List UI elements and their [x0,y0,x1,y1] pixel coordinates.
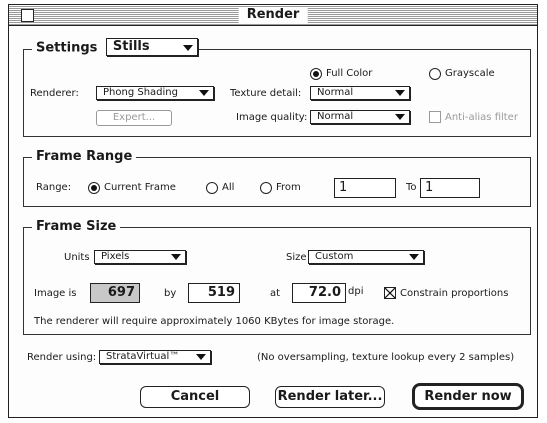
checkmark-x-icon [385,288,395,298]
current-frame-radio[interactable] [88,182,100,194]
constrain-proportions-label: Constrain proportions [400,288,509,299]
grayscale-label: Grayscale [445,68,495,79]
chevron-down-icon [199,90,209,96]
from-frame-input[interactable]: 1 [334,178,396,198]
cancel-button-label: Cancel [170,389,220,404]
from-label: From [276,182,301,193]
all-radio[interactable] [206,182,218,194]
render-dialog: Render Settings Stills Full Color Graysc… [8,4,538,418]
texture-detail-popup[interactable]: Normal [310,86,410,100]
grayscale-radio[interactable] [429,68,441,80]
render-using-value: StrataVirtual™ [106,351,180,362]
settings-group: Settings Stills Full Color Grayscale Ren… [23,38,531,137]
frame-range-group: Frame Range Range: Current Frame All Fro… [23,148,531,207]
frame-range-legend: Frame Range [32,148,137,166]
units-popup[interactable]: Pixels [94,250,186,264]
renderer-value: Phong Shading [103,87,178,98]
size-value: Custom [315,251,354,262]
expert-button[interactable]: Expert... [96,110,172,126]
anti-alias-checkbox[interactable] [429,111,441,123]
width-input[interactable]: 697 [90,283,140,303]
image-quality-popup[interactable]: Normal [310,110,410,124]
settings-title: Settings [36,40,98,56]
settings-legend: Settings Stills [32,38,198,58]
close-box[interactable] [21,9,34,22]
render-later-button[interactable]: Render later... [275,386,385,408]
mode-popup-value: Stills [112,39,150,54]
title-bar[interactable]: Render [9,5,537,26]
chevron-down-icon [171,254,181,260]
units-label: Units [64,252,90,263]
texture-detail-value: Normal [317,87,354,98]
units-value: Pixels [101,251,130,262]
chevron-down-icon [395,114,405,120]
render-using-label: Render using: [27,352,97,363]
full-color-radio[interactable] [310,68,322,80]
from-radio[interactable] [260,182,272,194]
expert-button-label: Expert... [112,112,156,123]
mode-popup[interactable]: Stills [105,38,198,56]
to-label: To [406,182,417,193]
chevron-down-icon [395,90,405,96]
cancel-button[interactable]: Cancel [140,386,250,408]
anti-alias-label: Anti-alias filter [445,112,518,123]
render-now-button[interactable]: Render now [412,383,524,410]
constrain-proportions-checkbox[interactable] [384,287,396,299]
to-frame-input[interactable]: 1 [420,178,480,198]
range-label: Range: [36,182,72,193]
at-label: at [270,288,281,299]
chevron-down-icon [182,45,193,51]
frame-size-group: Frame Size Units Pixels Size Custom Imag… [23,218,531,335]
all-label: All [222,182,235,193]
dpi-label: dpi [348,286,364,297]
renderer-popup[interactable]: Phong Shading [96,86,214,100]
image-quality-label: Image quality: [236,112,308,123]
window-title: Render [238,7,308,23]
image-quality-value: Normal [317,111,354,122]
chevron-down-icon [196,354,206,360]
frame-size-legend: Frame Size [32,218,121,236]
render-now-button-label: Render now [424,389,512,404]
render-using-note: (No oversampling, texture lookup every 2… [257,352,515,363]
size-label: Size [286,252,307,263]
render-later-button-label: Render later... [277,389,383,404]
memory-requirement-note: The renderer will require approximately … [34,316,395,327]
render-using-popup[interactable]: StrataVirtual™ [99,350,211,364]
texture-detail-label: Texture detail: [230,88,302,99]
chevron-down-icon [409,254,419,260]
renderer-label: Renderer: [30,88,79,99]
dpi-input[interactable]: 72.0 [292,283,346,303]
by-label: by [164,288,177,299]
height-input[interactable]: 519 [188,283,240,303]
current-frame-label: Current Frame [104,182,176,193]
image-is-label: Image is [34,288,77,299]
size-popup[interactable]: Custom [308,250,424,264]
full-color-label: Full Color [326,68,373,79]
